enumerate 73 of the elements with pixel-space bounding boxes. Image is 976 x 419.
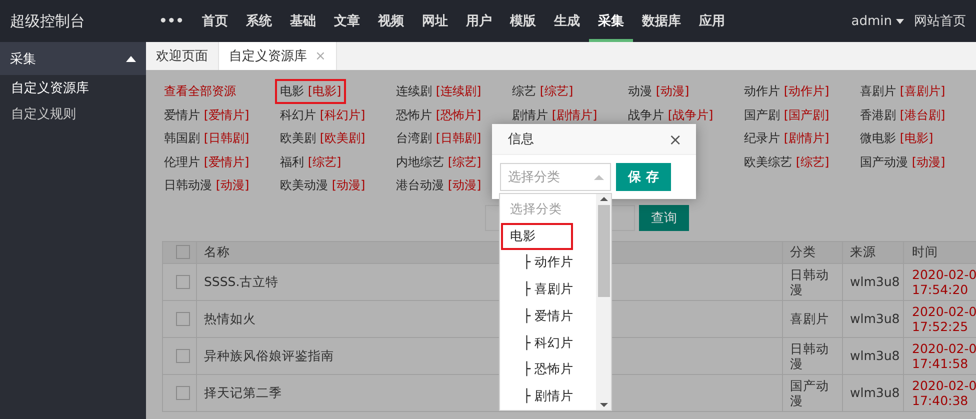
category-link[interactable]: 台湾剧 [日韩剧] (391, 126, 486, 152)
table-cell: 国产动漫 (782, 374, 842, 411)
sidebar-item[interactable]: 自定义资源库 (0, 75, 146, 101)
category-link[interactable]: 喜剧片 [喜剧片] (855, 79, 950, 104)
row-checkbox[interactable] (176, 312, 190, 326)
category-link[interactable]: 动作片 [动作片] (739, 79, 834, 104)
scrollbar[interactable] (596, 194, 611, 410)
column-header: 分类 (782, 241, 842, 263)
search-button[interactable]: 查询 (639, 204, 689, 230)
dialog-title: 信息 (508, 131, 534, 148)
category-link[interactable]: 综艺 [综艺] (507, 79, 578, 104)
category-link[interactable]: 恐怖片 [恐怖片] (391, 102, 486, 128)
nav-item[interactable]: 应用 (690, 0, 734, 42)
category-link[interactable]: 国产剧 [国产剧] (739, 102, 834, 128)
row-checkbox[interactable] (176, 386, 190, 400)
nav-item[interactable]: 生成 (544, 0, 589, 42)
category-link[interactable]: 伦理片 [爱情片] (159, 150, 254, 175)
sidebar-heading[interactable]: 采集 (10, 50, 36, 68)
site-link[interactable]: 网站首页 (914, 12, 966, 30)
category-link[interactable]: 日韩动漫 [动漫] (159, 173, 254, 198)
close-icon[interactable]: × (668, 130, 682, 148)
table-cell: wlm3u8 (842, 337, 904, 374)
table-cell: wlm3u8 (842, 263, 904, 300)
category-link[interactable]: 剧情片 [剧情片] (507, 102, 602, 128)
category-link[interactable]: 福利 [综艺] (275, 150, 346, 175)
table-cell: 喜剧片 (782, 300, 842, 337)
table-cell: 日韩动漫 (782, 337, 842, 374)
nav-item[interactable]: 首页 (192, 0, 237, 42)
nav-item[interactable]: 网址 (412, 0, 457, 42)
save-button[interactable]: 保 存 (616, 163, 671, 191)
row-checkbox[interactable] (176, 274, 190, 288)
category-link[interactable]: 微电影 [电影] (855, 126, 938, 152)
nav-item[interactable]: 基础 (280, 0, 325, 42)
category-link[interactable]: 香港剧 [港台剧] (855, 102, 950, 128)
dropdown-option[interactable]: ├ 喜剧片 (501, 276, 596, 303)
page-tab[interactable]: 自定义资源库 × (219, 42, 337, 70)
table-cell: 日韩动漫 (782, 263, 842, 300)
dropdown-option[interactable]: ├ 爱情片 (501, 303, 596, 330)
column-header: 来源 (842, 241, 904, 263)
category-link[interactable]: 查看全部资源 (159, 79, 241, 104)
nav-item[interactable]: 文章 (324, 0, 369, 42)
nav-item[interactable]: 用户 (456, 0, 501, 42)
category-link[interactable]: 内地综艺 [综艺] (391, 150, 486, 175)
nav-item[interactable]: 视频 (368, 0, 413, 42)
select-all-checkbox[interactable] (176, 245, 190, 259)
caret-icon[interactable] (896, 18, 904, 24)
category-link[interactable]: 战争片 [战争片] (623, 102, 718, 128)
nav-item[interactable]: 数据库 (632, 0, 690, 42)
app-logo: 超级控制台 (9, 10, 86, 32)
category-link[interactable]: 连续剧 [连续剧] (391, 79, 486, 104)
category-link[interactable]: 纪录片 [剧情片] (739, 126, 834, 152)
sidebar-item[interactable]: 自定义规则 (0, 101, 146, 127)
category-link[interactable]: 欧美动漫 [动漫] (275, 173, 370, 198)
column-header: 时间 (904, 241, 976, 263)
collapse-icon[interactable] (126, 56, 136, 62)
category-link[interactable]: 爱情片 [爱情片] (159, 102, 254, 128)
category-link[interactable]: 韩国剧 [日韩剧] (159, 126, 254, 152)
category-link[interactable]: 欧美剧 [欧美剧] (275, 126, 370, 152)
user-menu[interactable]: admin (851, 14, 892, 28)
dropdown-option[interactable]: 电影 (501, 222, 573, 250)
row-checkbox[interactable] (176, 348, 190, 362)
category-link[interactable]: 动漫 [动漫] (623, 79, 694, 104)
category-link[interactable]: 欧美综艺 [综艺] (739, 150, 834, 175)
dropdown-option[interactable]: ├ 剧情片 (501, 383, 596, 410)
category-link[interactable]: 国产动漫 [动漫] (855, 150, 950, 175)
nav-item[interactable]: 系统 (236, 0, 281, 42)
table-cell: wlm3u8 (842, 300, 904, 337)
category-link[interactable]: 科幻片 [科幻片] (275, 102, 370, 128)
nav-item[interactable]: 模版 (500, 0, 545, 42)
nav-item[interactable]: ••• (150, 0, 193, 42)
table-cell: wlm3u8 (842, 374, 904, 411)
category-link[interactable]: 港台动漫 [动漫] (391, 173, 486, 198)
category-link[interactable]: 电影 [电影] (275, 79, 346, 104)
